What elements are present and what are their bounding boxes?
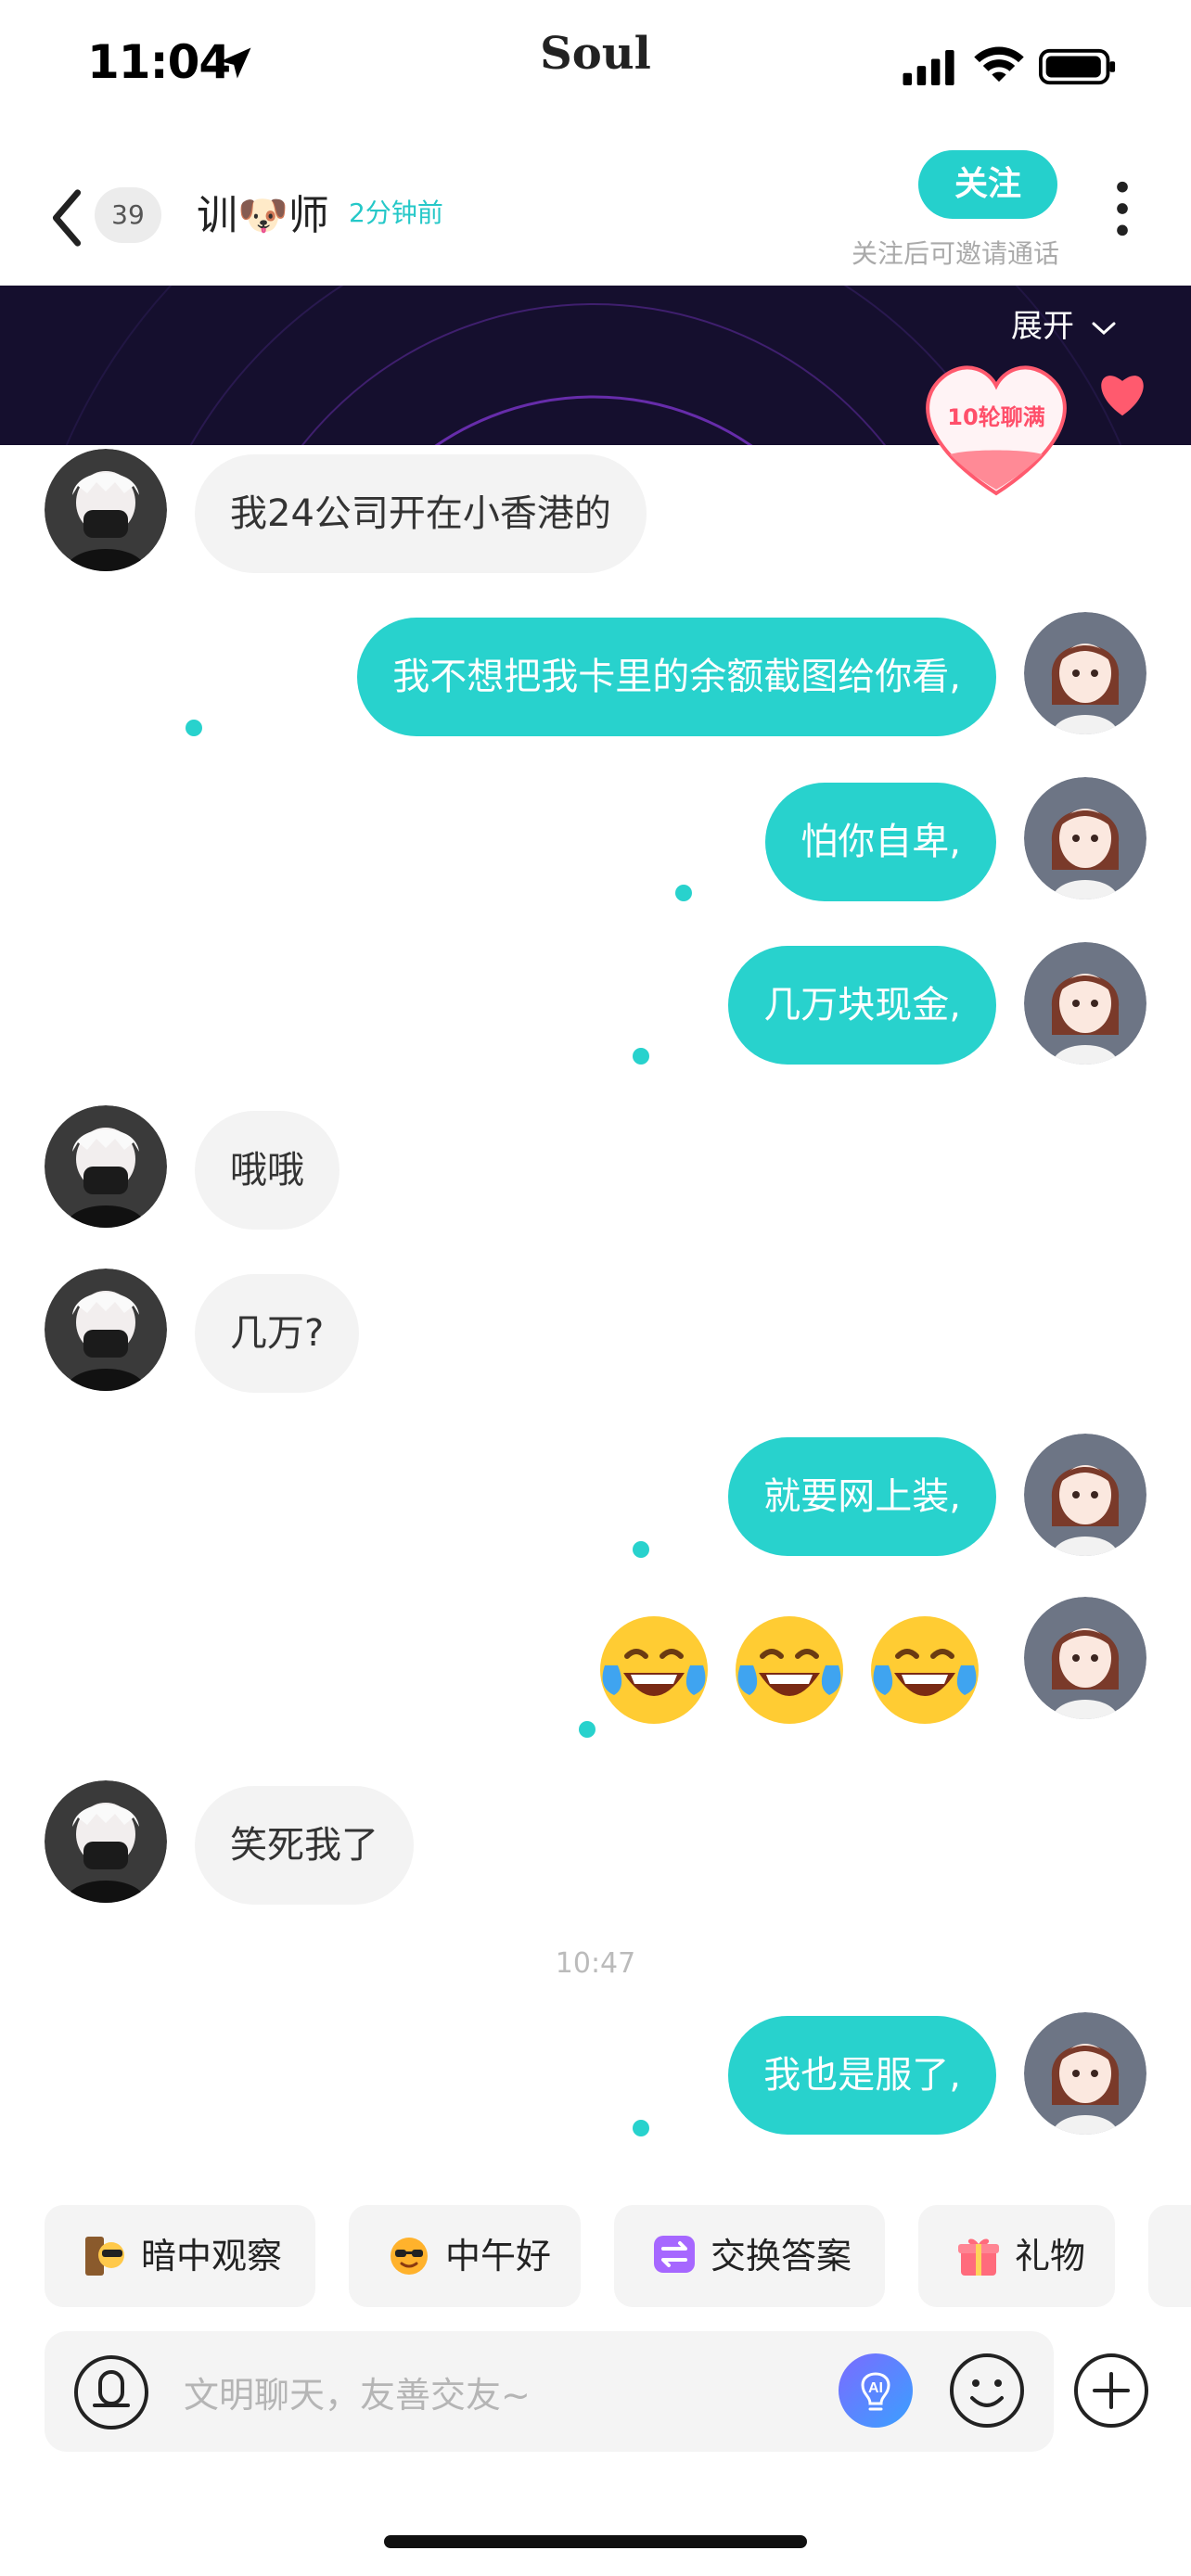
message-timestamp: 10:47 [555,1947,636,1980]
read-indicator-dot [633,1048,649,1065]
contact-avatar-image [45,1105,167,1228]
ai-assistant-icon[interactable]: AI [837,2352,915,2429]
contact-avatar[interactable] [45,1269,167,1391]
my-avatar[interactable] [1024,777,1146,899]
heart-icon [1101,376,1144,416]
read-indicator-dot [633,2120,649,2136]
my-avatar-image [1024,612,1146,734]
contact-avatar[interactable] [45,449,167,571]
outgoing-message-bubble[interactable]: 就要网上装, [728,1437,996,1556]
incoming-message-bubble[interactable]: 几万? [195,1274,360,1393]
read-indicator-dot [633,1541,649,1558]
chip-good-noon[interactable]: 中午好 [349,2205,581,2307]
incoming-message-bubble[interactable]: 哦哦 [195,1111,339,1230]
incoming-message-bubble[interactable]: 笑死我了 [195,1786,414,1905]
svg-text:AI: AI [868,2380,883,2396]
sun-sunglasses-icon [391,2238,428,2275]
quick-action-chips: 暗中观察 中午好 交换答案 礼物 [0,2205,1191,2307]
chevron-down-icon [1092,322,1116,335]
add-attachment-icon[interactable] [1072,2352,1150,2429]
expand-button[interactable]: 展开 [1011,300,1118,346]
heart-badge-label: 10轮聊满 [947,404,1045,430]
read-indicator-dot [186,720,202,736]
outgoing-message-bubble[interactable]: 几万块现金, [728,946,996,1065]
chip-label: 中午好 [445,2236,552,2276]
contact-avatar-image [45,449,167,571]
read-indicator-dot [579,1721,596,1738]
follow-hint: 关注后可邀请通话 [851,238,1059,269]
input-placeholder: 文明聊天，友善交友~ [184,2375,531,2416]
my-avatar[interactable] [1024,1597,1146,1719]
outgoing-message-bubble[interactable]: 怕你自卑, [765,783,996,901]
my-avatar[interactable] [1024,1434,1146,1556]
expand-label: 展开 [1011,308,1074,345]
incoming-message-bubble[interactable]: 我24公司开在小香港的 [195,454,647,573]
wifi-icon [974,46,1024,83]
contact-name[interactable]: 训🐶师 [197,182,329,241]
tears-of-joy-emoji-icon [600,1616,708,1724]
last-active-time: 2分钟前 [349,198,443,228]
contact-avatar-image [45,1780,167,1903]
tears-of-joy-emoji-icon [871,1616,979,1724]
my-avatar[interactable] [1024,2012,1146,2135]
my-avatar-image [1024,1597,1146,1719]
outgoing-message-bubble[interactable]: 我不想把我卡里的余额截图给你看, [357,618,996,736]
contact-avatar[interactable] [45,1105,167,1228]
status-bar: 11:04 Soul [0,0,1191,130]
more-options-icon[interactable] [1104,176,1141,241]
emoji-picker-icon[interactable] [948,2352,1026,2429]
tears-of-joy-emoji-icon [736,1616,843,1724]
my-avatar-image [1024,1434,1146,1556]
chip-exchange-answers[interactable]: 交换答案 [614,2205,885,2307]
battery-icon [1039,48,1116,85]
my-avatar-image [1024,942,1146,1065]
exchange-icon [654,2236,695,2273]
voice-input-icon[interactable] [72,2353,150,2431]
contact-avatar[interactable] [45,1780,167,1903]
emoji-message[interactable] [594,1610,992,1730]
follow-button[interactable]: 关注 [918,150,1057,219]
peek-icon [85,2237,124,2276]
chip-label: 礼物 [1015,2236,1086,2276]
chat-header: 39 训🐶师 2分钟前 关注 关注后可邀请通话 [0,130,1191,286]
chip-more[interactable] [1148,2205,1191,2307]
gift-icon [958,2238,999,2276]
chip-label: 交换答案 [711,2236,852,2276]
chip-gift[interactable]: 礼物 [918,2205,1115,2307]
my-avatar[interactable] [1024,612,1146,734]
read-indicator-dot [675,885,692,901]
my-avatar-image [1024,777,1146,899]
unread-count-badge[interactable]: 39 [95,187,161,243]
back-chevron-icon[interactable] [48,185,85,250]
home-indicator[interactable] [384,2535,807,2548]
contact-avatar-image [45,1269,167,1391]
cellular-signal-icon [903,50,954,85]
chip-peek[interactable]: 暗中观察 [45,2205,315,2307]
my-avatar[interactable] [1024,942,1146,1065]
chip-label: 暗中观察 [141,2236,283,2276]
my-avatar-image [1024,2012,1146,2135]
outgoing-message-bubble[interactable]: 我也是服了, [728,2016,996,2135]
